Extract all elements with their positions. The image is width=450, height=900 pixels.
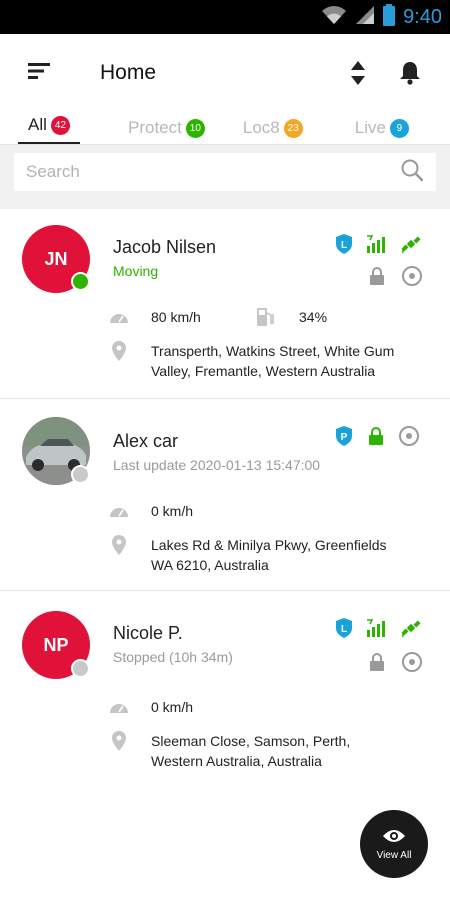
speedometer-icon <box>109 307 129 327</box>
target-icon[interactable] <box>401 651 423 678</box>
sort-icon[interactable] <box>338 53 378 93</box>
fuel-value: 34% <box>299 309 328 325</box>
app-bar: Home <box>0 34 450 112</box>
device-card[interactable]: NP Nicole P. Stopped (10h 34m) L 0 km/h <box>0 591 450 791</box>
search-input[interactable]: Search <box>14 153 436 191</box>
target-icon[interactable] <box>401 265 423 292</box>
signal-bars-icon <box>366 234 388 259</box>
shield-badge-letter: L <box>341 624 347 635</box>
address-line: Sleeman Close, Samson, Perth, <box>151 733 351 749</box>
tab-count-badge: 10 <box>185 118 205 138</box>
speed-value: 0 km/h <box>151 503 194 519</box>
address-row: Sleeman Close, Samson, Perth, Western Au… <box>109 731 350 771</box>
tab-all[interactable]: All 42 <box>18 112 80 144</box>
lock-icon[interactable] <box>368 426 384 451</box>
device-card[interactable]: Alex car Last update 2020-01-13 15:47:00… <box>0 399 450 591</box>
device-name: Alex car <box>113 431 179 451</box>
search-section: Search <box>0 144 450 209</box>
address-line: Transperth, Watkins Street, White Gum <box>151 343 395 359</box>
address-line: Valley, Fremantle, Western Australia <box>151 363 376 379</box>
bell-icon[interactable] <box>390 53 430 93</box>
menu-icon[interactable] <box>28 62 52 85</box>
status-dot <box>71 659 90 678</box>
address-row: Transperth, Watkins Street, White Gum Va… <box>109 341 394 381</box>
signal-bars-icon <box>366 618 388 643</box>
signal-icon <box>355 5 375 30</box>
speed-value: 80 km/h <box>151 309 201 325</box>
battery-icon <box>383 3 396 31</box>
status-dot <box>71 465 90 484</box>
view-all-button[interactable]: View All <box>360 810 428 878</box>
satellite-icon <box>400 617 422 644</box>
shield-icon: L <box>334 233 354 260</box>
status-dot <box>71 272 90 291</box>
search-placeholder: Search <box>26 162 80 181</box>
speed-row: 80 km/h <box>109 307 201 327</box>
shield-icon: P <box>334 425 354 452</box>
search-icon[interactable] <box>400 158 424 187</box>
speed-row: 0 km/h <box>109 697 193 717</box>
target-icon[interactable] <box>398 425 420 452</box>
tab-loc8[interactable]: Loc8 23 <box>243 112 303 144</box>
address-line: WA 6210, Australia <box>151 557 269 573</box>
tab-label: Live <box>354 118 386 137</box>
view-all-label: View All <box>376 849 412 861</box>
tab-count-badge: 42 <box>50 115 70 135</box>
tab-label: Protect <box>128 118 182 137</box>
shield-icon: L <box>334 617 354 644</box>
clock: 9:40 <box>403 5 442 28</box>
lock-icon[interactable] <box>369 266 385 291</box>
device-status: Moving <box>113 263 159 279</box>
device-card[interactable]: JN Jacob Nilsen Moving L 80 km/h 34% Tra… <box>0 209 450 399</box>
tab-count-badge: 9 <box>389 118 409 138</box>
tab-count-badge: 23 <box>283 118 303 138</box>
wifi-icon <box>321 5 347 30</box>
device-status: Last update 2020-01-13 15:47:00 <box>113 457 321 473</box>
shield-badge-letter: P <box>341 432 348 443</box>
device-name: Nicole P. <box>113 623 183 643</box>
speedometer-icon <box>109 501 129 521</box>
device-actions <box>369 651 423 678</box>
device-actions <box>369 265 423 292</box>
device-status: Stopped (10h 34m) <box>113 649 233 665</box>
tab-label: Loc8 <box>242 118 280 137</box>
tab-protect[interactable]: Protect 10 <box>128 112 205 144</box>
location-pin-icon <box>109 535 129 555</box>
device-indicators: L <box>334 617 422 644</box>
location-pin-icon <box>109 341 129 361</box>
address-line: Western Australia, Australia <box>151 753 322 769</box>
filter-tabs: All 42 Protect 10 Loc8 23 Live 9 <box>0 112 450 144</box>
location-pin-icon <box>109 731 129 751</box>
speedometer-icon <box>109 697 129 717</box>
shield-badge-letter: L <box>341 240 347 251</box>
device-name: Jacob Nilsen <box>113 237 217 257</box>
eye-icon <box>382 828 406 847</box>
fuel-icon <box>255 307 275 327</box>
tab-live[interactable]: Live 9 <box>355 112 409 144</box>
device-indicators: L <box>334 233 422 260</box>
speed-value: 0 km/h <box>151 699 194 715</box>
fuel-row: 34% <box>255 307 327 327</box>
page-title: Home <box>100 61 157 84</box>
status-bar: 9:40 <box>0 0 450 34</box>
lock-icon[interactable] <box>369 652 385 677</box>
address-line: Lakes Rd & Minilya Pkwy, Greenfields <box>151 537 387 553</box>
device-indicators: P <box>334 425 420 452</box>
satellite-icon <box>400 233 422 260</box>
address-row: Lakes Rd & Minilya Pkwy, Greenfields WA … <box>109 535 387 575</box>
speed-row: 0 km/h <box>109 501 193 521</box>
tab-label: All <box>28 115 47 134</box>
